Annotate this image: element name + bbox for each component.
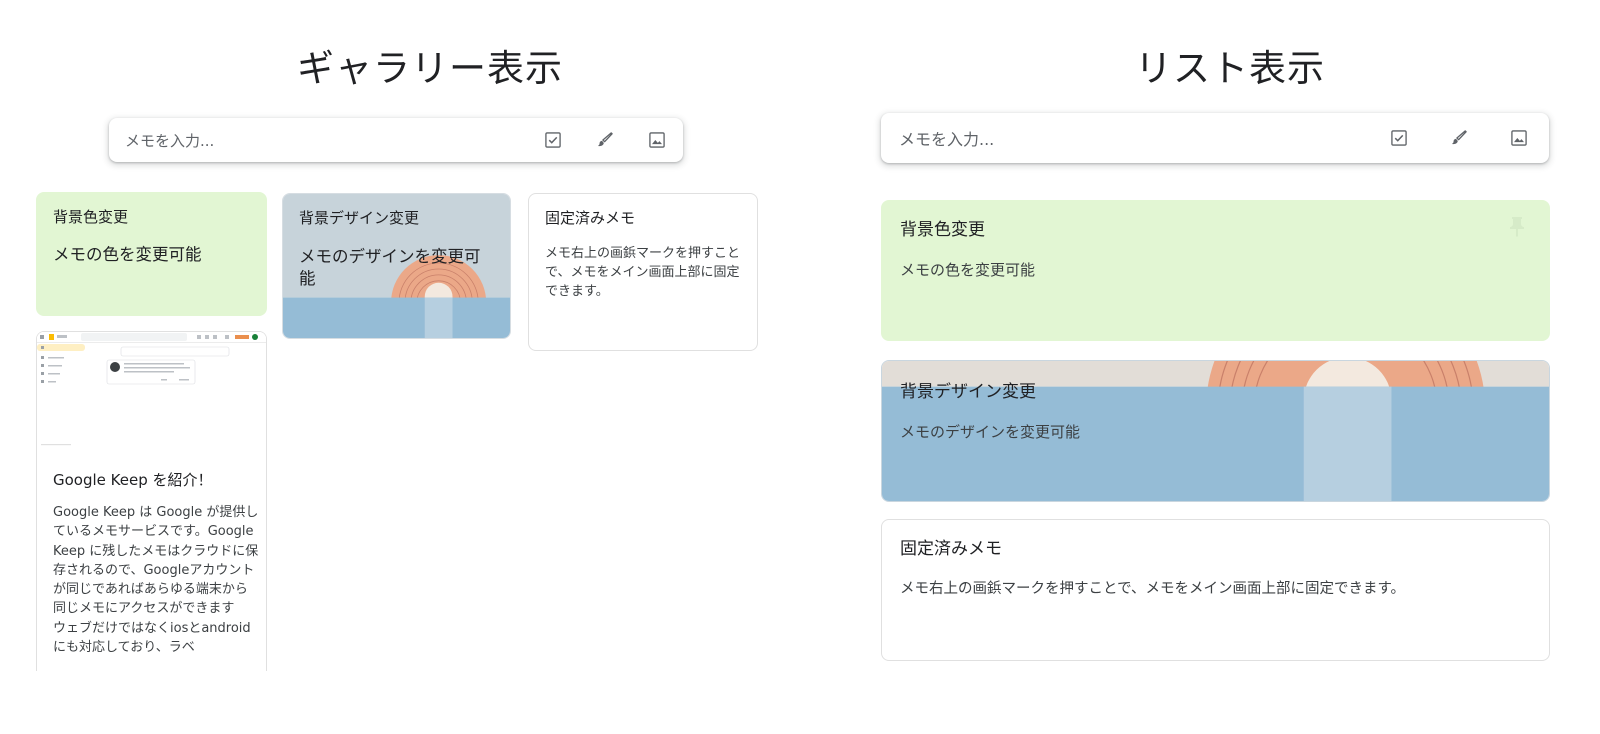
- keep-screenshot-thumbnail: [37, 332, 266, 452]
- checkbox-icon[interactable]: [527, 118, 579, 162]
- note-title: 固定済みメモ: [900, 539, 1002, 559]
- take-note-placeholder[interactable]: メモを入力...: [125, 130, 527, 151]
- take-note-placeholder[interactable]: メモを入力...: [899, 126, 1369, 150]
- brush-icon[interactable]: [579, 118, 631, 162]
- note-body: メモ右上の画鋲マークを押すことで、メモをメイン画面上部に固定できます。: [900, 581, 1406, 597]
- note-body: メモの色を変更可能: [900, 261, 1036, 279]
- note-title: 背景デザイン変更: [900, 382, 1036, 402]
- gallery-view-heading: ギャラリー表示: [297, 47, 563, 90]
- image-icon[interactable]: [631, 118, 683, 162]
- list-take-note-bar[interactable]: メモを入力...: [881, 113, 1549, 163]
- list-note-background-color[interactable]: 背景色変更 メモの色を変更可能: [881, 200, 1550, 341]
- note-title: Google Keep を紹介！: [53, 471, 213, 489]
- note-title: 背景色変更: [900, 220, 985, 240]
- note-body: Google Keep は Google が提供しているメモサービスです。Goo…: [53, 505, 259, 656]
- list-note-pinned[interactable]: 固定済みメモ メモ右上の画鋲マークを押すことで、メモをメイン画面上部に固定できま…: [881, 519, 1550, 661]
- note-body: メモ右上の画鋲マークを押すことで、メモをメイン画面上部に固定できます。: [545, 246, 741, 299]
- note-body: メモのデザインを変更可能: [299, 247, 481, 288]
- note-title: 背景デザイン変更: [299, 209, 420, 227]
- gallery-note-background-color[interactable]: 背景色変更 メモの色を変更可能: [36, 192, 267, 316]
- image-icon[interactable]: [1489, 116, 1549, 160]
- note-body: メモの色を変更可能: [53, 245, 202, 264]
- gallery-note-background-design[interactable]: 背景デザイン変更 メモのデザインを変更可能: [282, 193, 511, 339]
- list-view-heading: リスト表示: [1135, 47, 1325, 90]
- list-note-background-design[interactable]: 背景デザイン変更 メモのデザインを変更可能: [881, 360, 1550, 502]
- pin-icon[interactable]: [1505, 215, 1529, 239]
- gallery-take-note-bar[interactable]: メモを入力...: [109, 118, 683, 162]
- note-title: 固定済みメモ: [545, 209, 636, 227]
- gallery-note-google-keep[interactable]: Google Keep を紹介！ Google Keep は Google が提…: [36, 331, 267, 671]
- checkbox-icon[interactable]: [1369, 116, 1429, 160]
- note-title: 背景色変更: [53, 208, 129, 226]
- brush-icon[interactable]: [1429, 116, 1489, 160]
- gallery-note-pinned[interactable]: 固定済みメモ メモ右上の画鋲マークを押すことで、メモをメイン画面上部に固定できま…: [528, 193, 758, 351]
- note-body: メモのデザインを変更可能: [900, 423, 1081, 441]
